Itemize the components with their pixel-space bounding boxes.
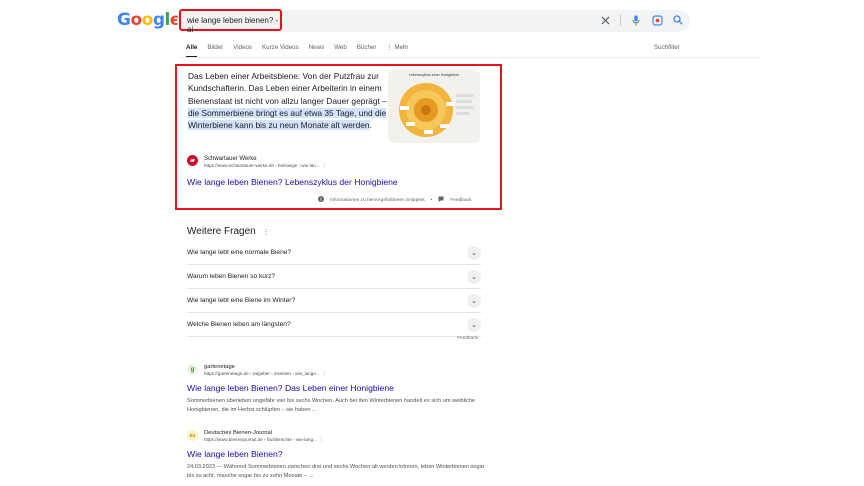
result-source[interactable]: g gartenetage https://gartenetage.de › r… <box>187 364 487 377</box>
paa-question-text: Welche Bienen leben am längsten? <box>187 321 291 328</box>
result-site-name: gartenetage <box>204 364 235 370</box>
paa-feedback-link[interactable]: Feedback <box>457 336 478 341</box>
paa-title: Weitere Fragen <box>187 226 256 237</box>
tab-alle[interactable]: Alle <box>186 44 198 58</box>
chevron-down-icon[interactable]: ⌄ <box>467 269 481 284</box>
tab-mehr[interactable]: ⋮ Mehr <box>386 44 408 58</box>
snippet-text: Das Leben einer Arbeitsbiene: Von der Pu… <box>188 70 390 131</box>
result-url-text: https://gartenetage.de › ratgeber › inse… <box>204 371 320 376</box>
result-url: https://www.bienenjournal.de › fachberic… <box>204 437 324 443</box>
search-tabs: Alle Bilder Videos Kurze Videos News Web… <box>186 44 408 58</box>
more-options-icon[interactable]: ⋮ <box>319 437 324 442</box>
paa-question[interactable]: Wie lange lebt eine Biene im Winter? ⌄ <box>187 289 481 313</box>
snippet-source[interactable]: ▰ Schwartauer Werke https://www.schwarta… <box>187 155 327 169</box>
search-bar-icons <box>599 14 684 26</box>
chevron-down-icon[interactable]: ⌄ <box>467 245 481 260</box>
info-icon[interactable] <box>318 196 324 204</box>
paa-heading: Weitere Fragen ⋮ <box>187 226 270 237</box>
paa-question[interactable]: Warum leben Bienen so kurz? ⌄ <box>187 265 481 289</box>
result-source[interactable]: BJ Deutsches Bienen-Journal https://www.… <box>187 430 487 443</box>
source-url-text: https://www.schwartauer-werke.de › beitr… <box>204 163 320 168</box>
snippet-text-after: . <box>369 120 372 131</box>
tools-button[interactable]: Suchfilter <box>654 44 680 51</box>
chevron-down-icon[interactable]: ⌄ <box>467 293 481 308</box>
result-description: Sommerbienen überleben ungefähr vier bis… <box>187 398 476 413</box>
search-input[interactable]: wie lange leben bienen? -ai <box>179 9 282 34</box>
tabs-divider <box>180 57 760 58</box>
result-site-name: Deutsches Bienen-Journal <box>204 430 272 436</box>
tab-buecher[interactable]: Bücher <box>357 44 377 58</box>
snippet-text-before: Das Leben einer Arbeitsbiene: Von der Pu… <box>188 71 387 106</box>
snippet-result-link[interactable]: Wie lange leben Bienen? Lebenszyklus der… <box>187 177 398 187</box>
google-logo[interactable]: Google <box>117 10 181 30</box>
tab-videos[interactable]: Videos <box>233 44 252 58</box>
paa-menu-icon[interactable]: ⋮ <box>263 229 270 236</box>
paa-question[interactable]: Wie lange lebt eine normale Biene? ⌄ <box>187 241 481 265</box>
feedback-link[interactable]: Feedback <box>450 198 471 203</box>
source-url: https://www.schwartauer-werke.de › beitr… <box>204 163 327 169</box>
schwartau-favicon: ▰ <box>187 155 198 166</box>
logo-letter: G <box>117 10 131 30</box>
snippet-text-highlight: die Sommerbiene bringt es auf etwa 35 Ta… <box>188 107 387 131</box>
search-result: g gartenetage https://gartenetage.de › r… <box>187 364 487 414</box>
logo-letter: g <box>152 10 165 30</box>
bienenjournal-favicon: BJ <box>187 430 198 441</box>
lens-camera-icon[interactable] <box>651 14 663 26</box>
logo-letter: o <box>130 10 142 30</box>
divider <box>620 14 621 26</box>
gartenetage-favicon: g <box>187 364 198 375</box>
logo-letter: o <box>141 10 154 30</box>
tab-web[interactable]: Web <box>334 44 347 58</box>
result-url-text: https://www.bienenjournal.de › fachberic… <box>204 437 317 442</box>
tab-kurze-videos[interactable]: Kurze Videos <box>262 44 299 58</box>
source-name: Schwartauer Werke <box>204 156 257 162</box>
tab-bilder[interactable]: Bilder <box>207 44 223 58</box>
clear-icon[interactable] <box>599 14 611 26</box>
more-options-icon[interactable]: ⋮ <box>322 163 327 168</box>
result-title-link[interactable]: Wie lange leben Bienen? <box>187 449 487 459</box>
paa-question-text: Warum leben Bienen so kurz? <box>187 273 276 280</box>
feedback-icon[interactable] <box>438 196 444 204</box>
paa-question-text: Wie lange lebt eine normale Biene? <box>187 249 292 256</box>
microphone-icon[interactable] <box>630 14 642 26</box>
snippet-image[interactable]: Lebenszyklus einer Honigbiene <box>388 70 480 143</box>
paa-question[interactable]: Welche Bienen leben am längsten? ⌄ <box>187 313 481 337</box>
chevron-down-icon[interactable]: ⌄ <box>467 317 481 332</box>
snippet-footer: Informationen zu hervorgehobenen Snippet… <box>318 196 471 204</box>
result-url: https://gartenetage.de › ratgeber › inse… <box>204 371 327 377</box>
paa-question-text: Wie lange lebt eine Biene im Winter? <box>187 297 296 304</box>
result-description: 24.03.2023 — Während Sommerbienen zwisch… <box>187 464 485 479</box>
footer-separator: • <box>430 197 433 203</box>
snippet-info-link[interactable]: Informationen zu hervorgehobenen Snippet… <box>330 198 425 203</box>
more-options-icon[interactable]: ⋮ <box>322 371 327 376</box>
search-result: BJ Deutsches Bienen-Journal https://www.… <box>187 430 487 480</box>
tab-news[interactable]: News <box>309 44 324 58</box>
search-icon[interactable] <box>672 14 684 26</box>
result-title-link[interactable]: Wie lange leben Bienen? Das Leben einer … <box>187 383 487 393</box>
